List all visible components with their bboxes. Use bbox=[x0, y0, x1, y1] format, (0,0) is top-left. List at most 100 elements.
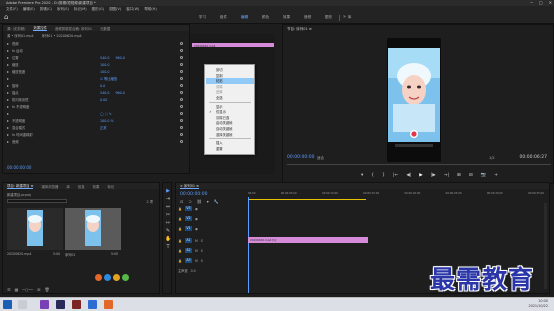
track-label[interactable]: V3 bbox=[184, 206, 192, 211]
resolution-dropdown[interactable]: 1/2 bbox=[489, 156, 495, 160]
reset-icon[interactable] bbox=[180, 42, 183, 45]
mute-button[interactable]: M bbox=[195, 239, 198, 243]
mute-button[interactable]: M bbox=[195, 259, 198, 263]
expand-triangle-icon[interactable] bbox=[7, 77, 9, 80]
effect-clip-strip[interactable]: 20200620.mp4 bbox=[192, 43, 274, 48]
tab-info[interactable]: 信息 bbox=[78, 184, 85, 189]
solo-button[interactable]: S bbox=[201, 249, 203, 253]
effect-property-row[interactable]: 缩放宽度 100.0 bbox=[7, 69, 189, 74]
go-to-out-button[interactable]: →| bbox=[444, 173, 449, 178]
menu-help[interactable]: 帮助(H) bbox=[144, 7, 156, 12]
expand-triangle-icon[interactable] bbox=[7, 133, 9, 136]
reset-icon[interactable] bbox=[180, 126, 183, 129]
reset-icon[interactable] bbox=[180, 140, 183, 143]
menu-view[interactable]: 视图(V) bbox=[109, 7, 121, 12]
timeline-timecode[interactable]: 00:00:00:00 bbox=[180, 192, 207, 197]
timeline-clip[interactable]: 20200620.mp4 [V] bbox=[248, 237, 368, 243]
list-view-icon[interactable]: ☰ bbox=[7, 287, 11, 292]
expand-triangle-icon[interactable] bbox=[7, 70, 9, 73]
track-label[interactable]: A1 bbox=[184, 238, 192, 243]
menu-sequence[interactable]: 序列(S) bbox=[57, 7, 69, 12]
taskbar-clock[interactable]: 10:00 2021/10/22 bbox=[528, 299, 548, 309]
effect-property-row[interactable]: 旋转 0.0 bbox=[7, 83, 189, 88]
menu-markers[interactable]: 标记(M) bbox=[74, 7, 87, 12]
source-label[interactable]: 源 • 序列01.mp4 bbox=[7, 33, 34, 38]
go-to-in-button[interactable]: |← bbox=[393, 173, 398, 178]
selection-tool-icon[interactable]: ▶ bbox=[165, 189, 171, 194]
track-eye-icon[interactable]: ◉ bbox=[195, 227, 198, 231]
menu-graphics[interactable]: 图形(G) bbox=[92, 7, 104, 12]
reset-icon[interactable] bbox=[180, 84, 183, 87]
solo-button[interactable]: S bbox=[201, 259, 203, 263]
effect-property-row[interactable]: fx 不透明度 bbox=[7, 104, 189, 109]
reset-icon[interactable] bbox=[180, 105, 183, 108]
project-item-name[interactable]: 20200620.mp4 bbox=[7, 252, 31, 256]
expand-triangle-icon[interactable] bbox=[7, 140, 9, 143]
expand-triangle-icon[interactable] bbox=[7, 42, 9, 45]
app-icon-green[interactable] bbox=[122, 274, 129, 281]
type-tool-icon[interactable]: T bbox=[165, 245, 171, 250]
track-lock-icon[interactable]: 🔒 bbox=[178, 207, 182, 211]
effect-property-row[interactable]: 视频 bbox=[7, 41, 189, 46]
timeline-ruler[interactable]: 00:00 00:00:05:00 00:00:10:00 00:00:15:00 00… bbox=[248, 192, 544, 198]
tab-libraries[interactable]: 库 bbox=[66, 184, 69, 189]
reset-icon[interactable] bbox=[180, 63, 183, 66]
track-lock-icon[interactable]: 🔒 bbox=[178, 217, 182, 221]
mark-out-button[interactable]: } bbox=[382, 173, 385, 178]
playhead[interactable] bbox=[248, 197, 249, 293]
project-search-input[interactable] bbox=[7, 199, 67, 203]
effect-property-value[interactable]: 0.00 bbox=[100, 98, 107, 102]
effect-property-row[interactable]: 不透明度 100.0 % bbox=[7, 118, 189, 123]
effect-property-value[interactable]: 540.0 bbox=[100, 56, 109, 60]
context-menu-item[interactable]: 重置 bbox=[206, 146, 254, 152]
context-menu-item[interactable]: 选择关键帧 bbox=[206, 132, 254, 138]
ripple-edit-tool-icon[interactable]: ⇔ bbox=[165, 205, 171, 210]
reset-icon[interactable] bbox=[180, 49, 183, 52]
effect-property-value-2[interactable]: 960.0 bbox=[115, 91, 124, 95]
menu-edit[interactable]: 编辑(E) bbox=[23, 7, 35, 12]
linked-icon[interactable]: ⛓ bbox=[197, 199, 202, 204]
mark-in-button[interactable]: { bbox=[371, 173, 374, 178]
app-icon-premiere[interactable] bbox=[40, 300, 49, 309]
expand-triangle-icon[interactable] bbox=[7, 98, 9, 101]
app-icon-pr[interactable] bbox=[56, 300, 65, 309]
hand-tool-icon[interactable]: ✋ bbox=[165, 237, 171, 242]
menu-file[interactable]: 文件(F) bbox=[6, 7, 18, 12]
app-icon-blue[interactable] bbox=[104, 274, 111, 281]
effect-property-value[interactable]: 540.0 bbox=[100, 91, 109, 95]
effect-controls-timecode[interactable]: 00:00:00:00 bbox=[7, 165, 31, 170]
trash-icon[interactable]: 🗑 bbox=[44, 287, 49, 292]
effect-property-row[interactable]: 位置 540.0 960.0 bbox=[7, 55, 189, 60]
work-area-bar[interactable] bbox=[248, 199, 366, 200]
effect-property-value[interactable]: 正常 bbox=[100, 125, 107, 130]
menu-clip[interactable]: 剪辑(C) bbox=[40, 7, 52, 12]
marker-icon[interactable]: ▾ bbox=[207, 199, 209, 204]
close-button[interactable]: ✕ bbox=[549, 0, 552, 5]
master-value[interactable]: 0.0 bbox=[191, 269, 196, 273]
expand-triangle-icon[interactable] bbox=[7, 126, 9, 129]
maximize-button[interactable]: □ bbox=[539, 0, 543, 5]
effect-property-row[interactable]: 防闪烁滤镜 0.00 bbox=[7, 97, 189, 102]
app-icon-word[interactable] bbox=[88, 300, 97, 309]
timeline-scrollbar[interactable] bbox=[544, 203, 547, 289]
extract-button[interactable]: ⊟ bbox=[469, 173, 473, 178]
expand-triangle-icon[interactable] bbox=[7, 105, 9, 108]
play-button[interactable]: ▶ bbox=[419, 173, 422, 178]
fit-dropdown[interactable]: 适合 bbox=[317, 156, 324, 161]
reset-icon[interactable] bbox=[180, 70, 183, 73]
slip-tool-icon[interactable]: ↦ bbox=[165, 221, 171, 226]
effect-property-value[interactable]: 100.0 bbox=[100, 70, 109, 74]
clip-label[interactable]: 序列01 • 20200620.mp4 bbox=[42, 33, 82, 38]
reset-icon[interactable] bbox=[180, 119, 183, 122]
button-editor-button[interactable]: + bbox=[494, 173, 498, 178]
tab-effects[interactable]: 效果 bbox=[93, 184, 100, 189]
effect-property-row[interactable]: 缩放 100.0 bbox=[7, 62, 189, 67]
workspace-tab-assembly[interactable]: 组件 bbox=[213, 15, 234, 20]
menu-window[interactable]: 窗口(W) bbox=[126, 7, 139, 12]
project-sequence-name[interactable]: 序列01 bbox=[65, 252, 75, 257]
workspace-tab-editing[interactable]: 编辑 bbox=[234, 15, 255, 20]
track-label[interactable]: A2 bbox=[184, 248, 192, 253]
expand-triangle-icon[interactable] bbox=[7, 91, 9, 94]
context-menu-item[interactable]: 全选 bbox=[206, 95, 254, 101]
program-video-frame[interactable] bbox=[387, 38, 441, 162]
